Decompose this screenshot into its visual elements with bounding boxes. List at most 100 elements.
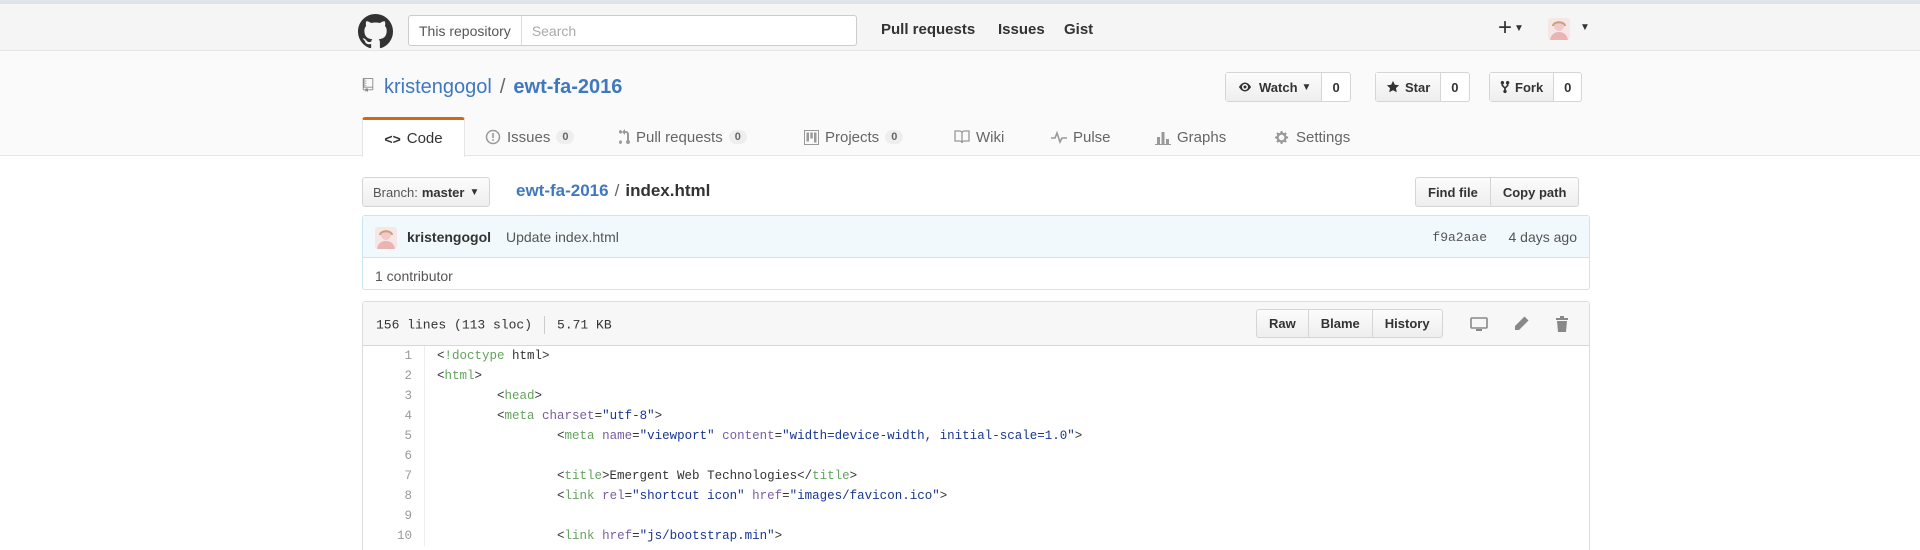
line-number[interactable]: 3: [363, 386, 425, 406]
raw-button[interactable]: Raw: [1257, 310, 1308, 337]
fork-label: Fork: [1515, 79, 1544, 95]
branch-label: Branch:: [373, 184, 418, 200]
star-button[interactable]: Star: [1376, 73, 1442, 101]
search-scope-label: This repository: [409, 16, 522, 45]
find-file-button[interactable]: Find file: [1416, 178, 1490, 206]
commit-tease: kristengogol Update index.html f9a2aae 4…: [362, 215, 1590, 290]
pencil-icon[interactable]: [1512, 315, 1530, 333]
latest-commit: kristengogol Update index.html f9a2aae 4…: [363, 216, 1589, 258]
line-number[interactable]: 4: [363, 406, 425, 426]
code-line: 10 <link href="js/bootstrap.min">: [363, 526, 1589, 546]
code-text: <link rel="shortcut icon" href="images/f…: [437, 489, 948, 503]
star-label: Star: [1405, 79, 1431, 95]
tab-label: Wiki: [976, 128, 1005, 146]
caret-down-icon: ▼: [1514, 22, 1524, 34]
line-number[interactable]: 6: [363, 446, 425, 466]
plus-icon: +: [1498, 14, 1513, 41]
pulse-icon: [1051, 130, 1067, 144]
copy-path-button[interactable]: Copy path: [1489, 178, 1579, 206]
watch-button[interactable]: Watch ▼: [1226, 73, 1323, 101]
breadcrumb-file: index.html: [625, 181, 711, 200]
nav-issues[interactable]: Issues: [998, 21, 1045, 38]
avatar[interactable]: [375, 227, 397, 249]
breadcrumb-separator: /: [614, 181, 620, 200]
history-button[interactable]: History: [1371, 310, 1442, 337]
search-input[interactable]: [521, 22, 856, 39]
fork-count[interactable]: 0: [1554, 73, 1581, 101]
tab-pull-requests[interactable]: Pull requests 0: [618, 117, 747, 157]
issue-icon: [485, 129, 501, 145]
commit-author-link[interactable]: kristengogol: [407, 229, 491, 245]
desktop-icon[interactable]: [1470, 315, 1488, 333]
code-line: 6: [363, 446, 1589, 466]
tab-wiki[interactable]: Wiki: [954, 117, 1004, 157]
watch-count[interactable]: 0: [1322, 73, 1349, 101]
caret-down-icon[interactable]: ▼: [1580, 22, 1590, 33]
blame-button[interactable]: Blame: [1307, 310, 1372, 337]
trash-icon[interactable]: [1553, 315, 1571, 333]
branch-value: master: [421, 184, 465, 200]
code-line: 5 <meta name="viewport" content="width=d…: [363, 426, 1589, 446]
code-line: 4 <meta charset="utf-8">: [363, 406, 1589, 426]
line-number[interactable]: 5: [363, 426, 425, 446]
code-line: 8 <link rel="shortcut icon" href="images…: [363, 486, 1589, 506]
branch-select[interactable]: Branch: master ▼: [362, 177, 491, 207]
github-logo-icon[interactable]: [358, 14, 393, 49]
file-info: 156 lines (113 sloc) 5.71 KB: [376, 316, 612, 334]
repo-title: kristengogol / ewt-fa-2016: [384, 76, 622, 99]
line-number[interactable]: 9: [363, 506, 425, 526]
graph-icon: [1155, 131, 1171, 145]
code-text: <head>: [437, 389, 543, 403]
fork-icon: [1500, 80, 1510, 94]
line-number[interactable]: 2: [363, 366, 425, 386]
star-count[interactable]: 0: [1441, 73, 1468, 101]
contributors-link[interactable]: 1 contributor: [375, 268, 453, 284]
tab-graphs[interactable]: Graphs: [1155, 117, 1226, 157]
code-line: 9: [363, 506, 1589, 526]
tab-counter: 0: [556, 130, 575, 144]
file-viewer: 156 lines (113 sloc) 5.71 KB Raw Blame Hi…: [362, 301, 1590, 550]
line-number[interactable]: 8: [363, 486, 425, 506]
tab-issues[interactable]: Issues 0: [485, 117, 575, 157]
fork-button-group: Fork 0: [1489, 72, 1583, 102]
breadcrumb: ewt-fa-2016 / index.html: [516, 181, 710, 201]
search-box[interactable]: This repository: [408, 15, 857, 46]
site-header: This repository Pull requests Issues Gis…: [0, 4, 1920, 51]
tab-pulse[interactable]: Pulse: [1051, 117, 1111, 157]
tab-code[interactable]: <> Code: [362, 117, 465, 157]
new-dropdown[interactable]: + ▼: [1498, 14, 1524, 43]
eye-icon: [1239, 82, 1251, 92]
caret-down-icon: ▼: [469, 186, 480, 198]
repo-name-link[interactable]: ewt-fa-2016: [513, 76, 622, 98]
line-number[interactable]: 10: [363, 526, 425, 546]
tab-label: Projects: [825, 128, 880, 146]
avatar[interactable]: [1548, 18, 1570, 40]
breadcrumb-repo-link[interactable]: ewt-fa-2016: [516, 181, 609, 200]
fork-button[interactable]: Fork: [1490, 73, 1555, 101]
file-actions: Raw Blame History: [1256, 309, 1443, 338]
line-number[interactable]: 1: [363, 346, 425, 366]
file-size: 5.71 KB: [557, 317, 612, 333]
nav-gist[interactable]: Gist: [1064, 21, 1093, 38]
star-button-group: Star 0: [1375, 72, 1470, 102]
commit-message-link[interactable]: Update index.html: [506, 229, 619, 245]
line-number[interactable]: 7: [363, 466, 425, 486]
repo-owner-link[interactable]: kristengogol: [384, 76, 492, 98]
commit-sha-link[interactable]: f9a2aae: [1432, 230, 1487, 245]
gear-icon: [1275, 130, 1289, 144]
watch-label: Watch: [1259, 79, 1298, 95]
tab-label: Pulse: [1073, 128, 1111, 146]
code-text: <html>: [437, 369, 483, 383]
tab-label: Code: [406, 130, 443, 147]
divider: [544, 316, 546, 334]
code-text: <link href="js/bootstrap.min">: [437, 529, 783, 543]
watch-button-group: Watch ▼ 0: [1225, 72, 1351, 102]
nav-pull-requests[interactable]: Pull requests: [881, 21, 975, 38]
tab-settings[interactable]: Settings: [1275, 117, 1350, 157]
tab-projects[interactable]: Projects 0: [804, 117, 904, 157]
code-line: 2 <html>: [363, 366, 1589, 386]
code-text: <meta charset="utf-8">: [437, 409, 663, 423]
code-table: 1 <!doctype html> 2 <html> 3 <head> 4 <meta c…: [363, 346, 1589, 546]
